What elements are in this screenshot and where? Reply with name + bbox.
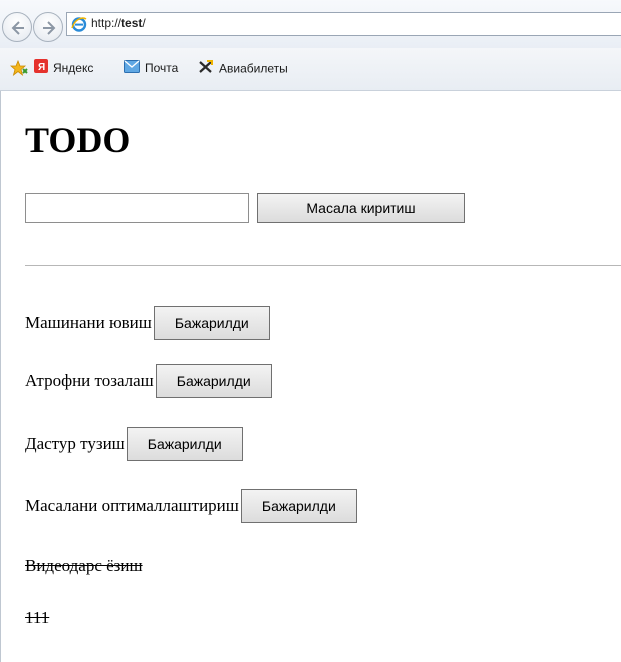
divider xyxy=(25,265,621,266)
task-item: Масалани оптималлаштириш Бажарилди xyxy=(25,489,357,523)
task-item: Дастур тузиш Бажарилди xyxy=(25,427,243,461)
favorite-mail[interactable]: Почта xyxy=(124,59,178,77)
task-text: Дастур тузиш xyxy=(25,434,125,453)
completed-task-text: Видеодарс ёзиш xyxy=(25,556,143,575)
url-suffix: / xyxy=(142,16,146,30)
task-text: Машинани ювиш xyxy=(25,313,152,332)
favorite-label: Яндекс xyxy=(53,61,94,75)
internet-explorer-icon xyxy=(71,17,87,32)
task-item: Атрофни тозалаш Бажарилди xyxy=(25,364,272,398)
url-prefix: http:// xyxy=(91,16,122,30)
url-text[interactable]: http://test/ xyxy=(91,16,146,30)
favorite-label: Почта xyxy=(145,61,179,75)
yandex-icon: Я xyxy=(34,59,48,78)
task-done-button[interactable]: Бажарилди xyxy=(126,427,243,461)
page-content: TODO Масала киритиш Машинани ювиш Бажари… xyxy=(0,91,621,662)
back-button[interactable] xyxy=(2,12,32,42)
task-done-button[interactable]: Бажарилди xyxy=(155,364,272,398)
task-text: Атрофни тозалаш xyxy=(25,371,154,390)
favorite-yandex[interactable]: Я Яндекс xyxy=(34,59,93,77)
mail-icon xyxy=(124,59,140,78)
task-text: Масалани оптималлаштириш xyxy=(25,496,239,515)
task-item: Машинани ювиш Бажарилди xyxy=(25,306,270,340)
page-title: TODO xyxy=(25,120,131,160)
favorite-label: Авиабилеты xyxy=(219,61,288,76)
favorite-avia[interactable]: Авиабилеты xyxy=(198,59,288,77)
browser-navbar: http://test/ xyxy=(0,0,621,48)
back-arrow-icon xyxy=(11,21,24,35)
plane-icon xyxy=(198,59,214,80)
favorites-bar: Я Яндекс Почта Авиабилеты xyxy=(0,48,621,91)
add-task-button[interactable]: Масала киритиш xyxy=(257,193,465,223)
task-done-button[interactable]: Бажарилди xyxy=(240,489,357,523)
svg-text:Я: Я xyxy=(38,62,45,73)
completed-task-text: 111 xyxy=(25,608,50,627)
favorites-star-icon[interactable] xyxy=(10,60,28,76)
forward-button[interactable] xyxy=(33,12,63,42)
task-input[interactable] xyxy=(25,193,249,223)
task-done-button[interactable]: Бажарилди xyxy=(153,306,270,340)
address-bar[interactable]: http://test/ xyxy=(66,12,621,36)
url-host: test xyxy=(121,16,143,30)
forward-arrow-icon xyxy=(43,21,56,35)
